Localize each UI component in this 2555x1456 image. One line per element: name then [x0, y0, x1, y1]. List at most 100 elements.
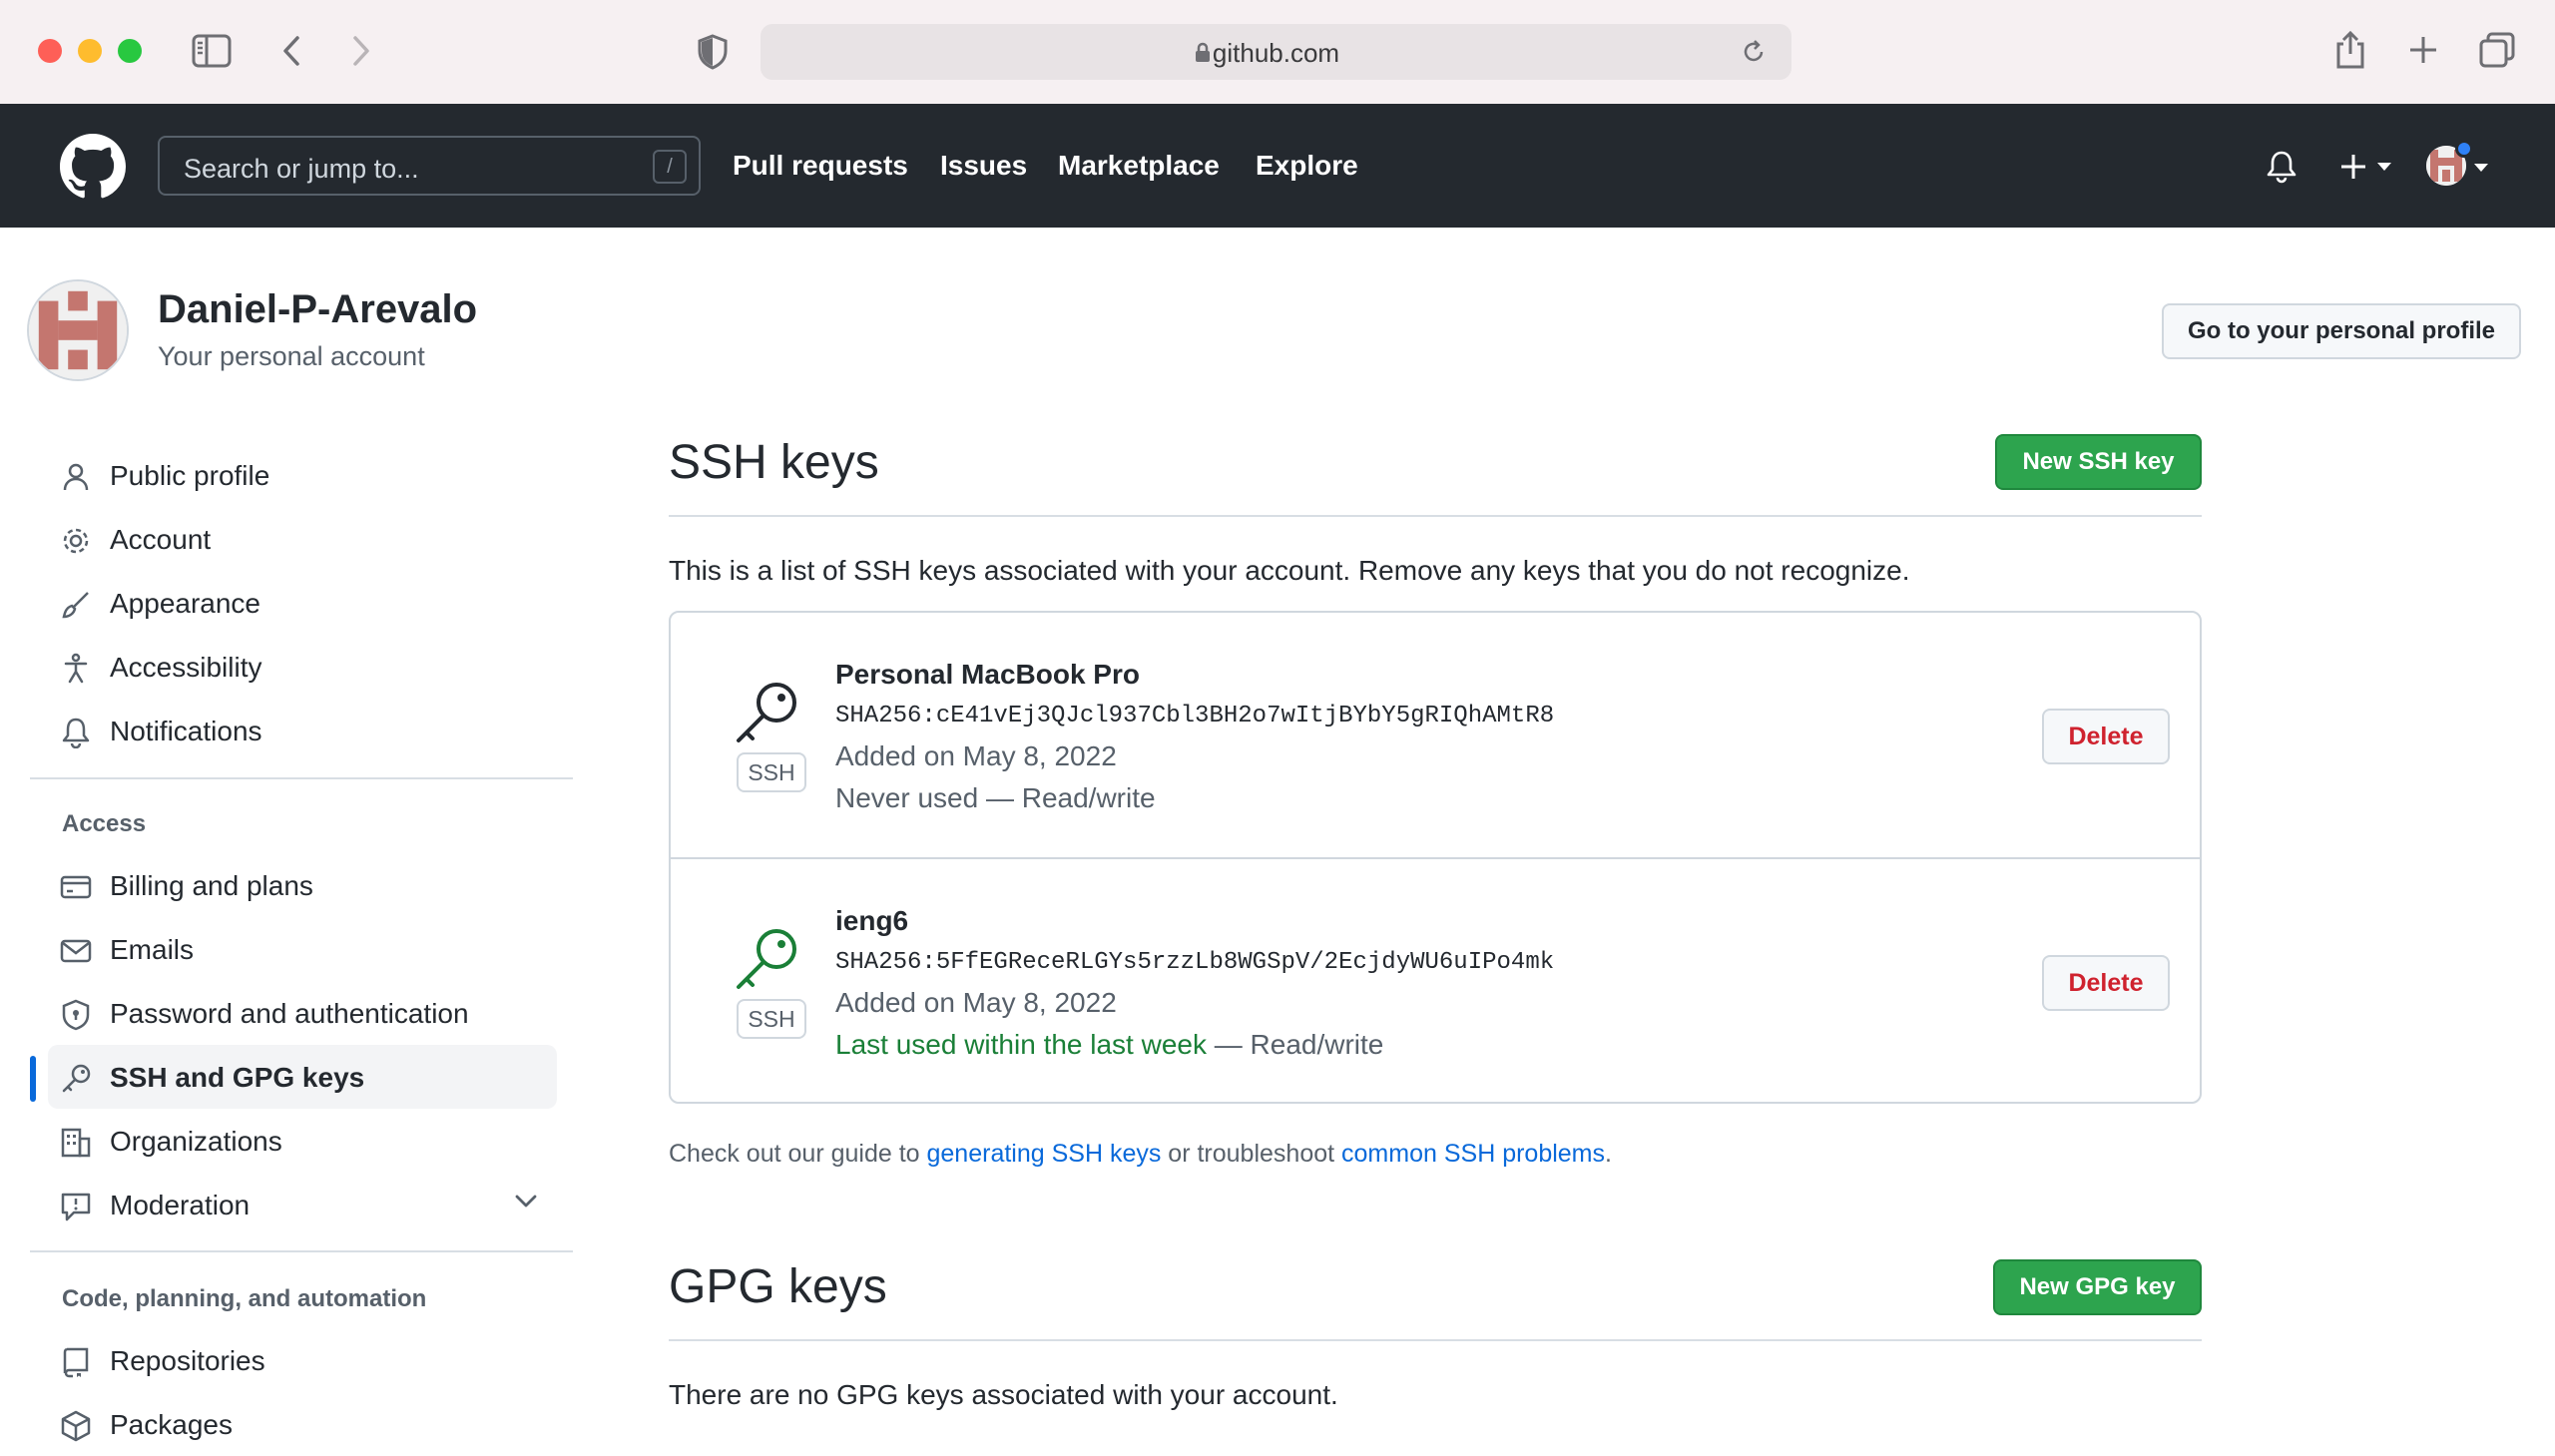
notification-dot	[2455, 140, 2473, 158]
ssh-guide-text: Check out our guide to generating SSH ke…	[669, 1140, 1612, 1169]
account-subtitle: Your personal account	[158, 341, 425, 371]
chevron-down-icon[interactable]	[515, 1195, 537, 1209]
common-ssh-problems-link[interactable]: common SSH problems	[1341, 1140, 1605, 1168]
share-icon[interactable]	[2333, 30, 2367, 70]
sidebar-item-label: Moderation	[110, 1190, 251, 1220]
report-icon	[60, 1191, 92, 1222]
nav-pull-requests[interactable]: Pull requests	[733, 150, 908, 182]
generating-ssh-keys-link[interactable]: generating SSH keys	[927, 1140, 1162, 1168]
accessibility-icon	[60, 653, 92, 685]
sidebar-item-label: Password and authentication	[110, 998, 469, 1029]
no-gpg-keys-text: There are no GPG keys associated with yo…	[669, 1379, 1338, 1410]
sidebar-item-emails[interactable]: Emails	[48, 917, 557, 981]
delete-key-button[interactable]: Delete	[2042, 955, 2170, 1011]
shield-lock-icon	[60, 999, 92, 1031]
key-icon	[733, 925, 800, 993]
sidebar-item-label: Appearance	[110, 588, 261, 619]
sidebar-item-password[interactable]: Password and authentication	[48, 981, 557, 1045]
search-shortcut-badge: /	[653, 150, 687, 184]
sidebar-heading-access: Access	[62, 810, 147, 837]
ssh-key-row: SSH Personal MacBook Pro SHA256:cE41vEj3…	[671, 613, 2200, 857]
delete-key-button[interactable]: Delete	[2042, 709, 2170, 764]
sidebar-item-label: Public profile	[110, 460, 270, 491]
nav-explore[interactable]: Explore	[1256, 150, 1358, 182]
search-input[interactable]: Search or jump to... /	[158, 136, 701, 196]
account-name[interactable]: Daniel-P-Arevalo	[158, 287, 477, 332]
account-avatar	[27, 279, 129, 381]
sidebar-item-public-profile[interactable]: Public profile	[48, 443, 557, 507]
key-access: — Read/write	[1206, 1029, 1384, 1060]
key-access: — Read/write	[978, 782, 1156, 813]
ssh-keys-title: SSH keys	[669, 436, 879, 489]
sidebar-item-label: SSH and GPG keys	[110, 1062, 365, 1093]
sidebar-item-organizations[interactable]: Organizations	[48, 1109, 557, 1173]
sidebar-item-notifications[interactable]: Notifications	[48, 699, 557, 762]
sidebar-item-appearance[interactable]: Appearance	[48, 571, 557, 635]
sidebar-item-label: Notifications	[110, 716, 262, 746]
sidebar-item-label: Billing and plans	[110, 870, 313, 901]
sidebar-item-moderation[interactable]: Moderation	[48, 1173, 557, 1236]
create-new-icon[interactable]	[2339, 152, 2395, 182]
sidebar-item-label: Repositories	[110, 1345, 265, 1376]
chevron-down-icon[interactable]	[2473, 163, 2489, 173]
section-divider	[669, 1339, 2202, 1341]
ssh-badge: SSH	[737, 999, 806, 1039]
ssh-keys-list: SSH Personal MacBook Pro SHA256:cE41vEj3…	[669, 611, 2202, 1104]
sidebar-divider	[30, 777, 573, 779]
new-ssh-key-button[interactable]: New SSH key	[1995, 434, 2202, 490]
section-divider	[669, 515, 2202, 517]
minimize-window-button[interactable]	[78, 39, 102, 63]
guide-suffix: .	[1605, 1140, 1612, 1168]
ssh-badge: SSH	[737, 752, 806, 792]
github-header: Search or jump to... / Pull requests Iss…	[0, 104, 2555, 228]
credit-card-icon	[60, 871, 92, 903]
new-tab-icon[interactable]	[2407, 34, 2439, 66]
active-indicator	[30, 1056, 36, 1102]
sidebar-item-label: Emails	[110, 934, 195, 965]
key-usage: Never used — Read/write	[835, 782, 1156, 814]
ssh-intro-text: This is a list of SSH keys associated wi…	[669, 555, 1910, 586]
sidebar-item-ssh-gpg-keys[interactable]: SSH and GPG keys	[48, 1045, 557, 1109]
go-to-profile-button[interactable]: Go to your personal profile	[2162, 303, 2521, 359]
back-icon[interactable]	[279, 34, 303, 68]
key-title: Personal MacBook Pro	[835, 659, 1140, 690]
bell-icon[interactable]	[2266, 150, 2298, 184]
forward-icon[interactable]	[349, 34, 373, 68]
github-logo-icon[interactable]	[60, 134, 126, 200]
reload-icon[interactable]	[1740, 38, 1768, 66]
browser-toolbar: github.com	[0, 0, 2555, 104]
repo-icon	[60, 1346, 92, 1378]
guide-middle: or troubleshoot	[1161, 1140, 1342, 1168]
mail-icon	[60, 935, 92, 967]
privacy-shield-icon[interactable]	[697, 34, 729, 70]
key-icon	[733, 679, 800, 746]
key-added-date: Added on May 8, 2022	[835, 740, 1117, 771]
sidebar-item-billing[interactable]: Billing and plans	[48, 853, 557, 917]
bell-icon	[60, 717, 92, 748]
address-bar[interactable]: github.com	[761, 24, 1791, 80]
guide-prefix: Check out our guide to	[669, 1140, 927, 1168]
nav-issues[interactable]: Issues	[940, 150, 1027, 182]
sidebar-item-label: Packages	[110, 1409, 233, 1440]
gpg-keys-title: GPG keys	[669, 1260, 887, 1313]
sidebar-item-repositories[interactable]: Repositories	[48, 1328, 557, 1392]
key-added-date: Added on May 8, 2022	[835, 987, 1117, 1018]
key-fingerprint: SHA256:5FfEGReceRLGYs5rzzLb8WGSpV/2Ecjdy…	[835, 949, 1555, 976]
organization-icon	[60, 1127, 92, 1159]
sidebar-item-account[interactable]: Account	[48, 507, 557, 571]
close-window-button[interactable]	[38, 39, 62, 63]
new-gpg-key-button[interactable]: New GPG key	[1993, 1259, 2202, 1315]
key-usage-status: Never used	[835, 782, 979, 813]
gear-icon	[60, 525, 92, 557]
zoom-window-button[interactable]	[118, 39, 142, 63]
sidebar-divider	[30, 1250, 573, 1252]
nav-marketplace[interactable]: Marketplace	[1058, 150, 1220, 182]
key-icon	[60, 1063, 92, 1095]
search-placeholder: Search or jump to...	[184, 154, 419, 184]
sidebar-item-accessibility[interactable]: Accessibility	[48, 635, 557, 699]
sidebar-item-label: Account	[110, 524, 212, 555]
tab-overview-icon[interactable]	[2479, 32, 2515, 68]
sidebar-toggle-icon[interactable]	[192, 34, 232, 68]
sidebar-item-label: Organizations	[110, 1126, 282, 1157]
sidebar-item-packages[interactable]: Packages	[48, 1392, 557, 1456]
